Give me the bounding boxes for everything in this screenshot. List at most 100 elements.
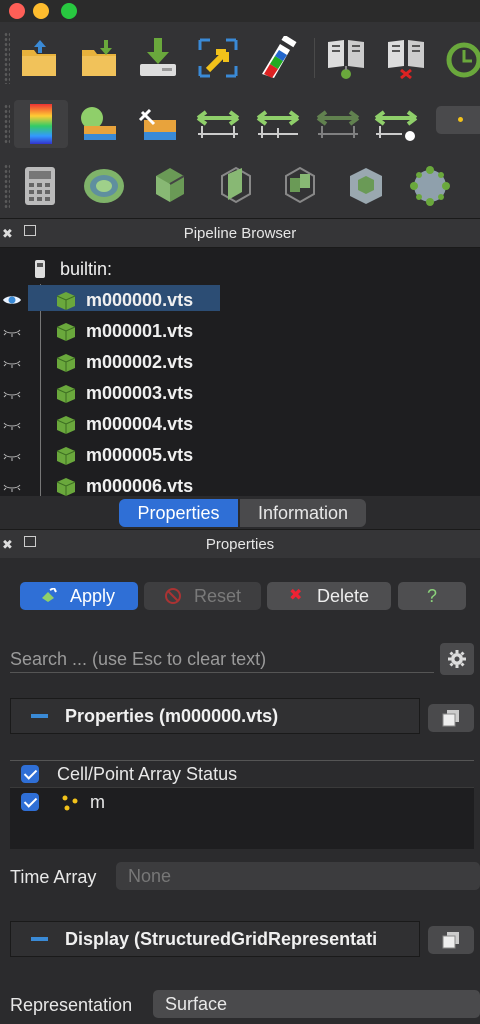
eye-hidden-icon[interactable] <box>2 355 22 369</box>
properties-titlebar: ✖ Properties <box>0 529 480 559</box>
color-legend-icon[interactable] <box>14 100 68 148</box>
tree-item-label: m000000.vts <box>86 290 194 310</box>
close-window-button[interactable] <box>9 3 25 19</box>
representation-select[interactable]: Surface <box>153 990 480 1018</box>
tree-root[interactable]: builtin: <box>0 254 480 285</box>
delete-icon: ✖ <box>289 587 303 604</box>
pipeline-browser-title: Pipeline Browser <box>183 225 297 242</box>
copy-icon <box>442 710 459 727</box>
filters-toolbar <box>0 154 480 219</box>
copy-display-button[interactable] <box>428 926 474 954</box>
array-name: m <box>90 792 105 812</box>
rescale-all-icon[interactable] <box>370 100 422 148</box>
array-status-header: Cell/Point Array Status <box>10 761 474 788</box>
apply-icon <box>42 588 57 602</box>
time-array-label: Time Array <box>10 867 97 887</box>
point-data-icon <box>62 795 78 811</box>
panel-tabs: Properties Information <box>0 496 480 530</box>
tree-item-m000003[interactable]: m000003.vts <box>0 378 480 409</box>
eye-hidden-icon[interactable] <box>2 479 22 493</box>
tree-item-m000000[interactable]: m000000.vts <box>0 285 480 316</box>
toolbar-grip[interactable] <box>4 164 10 208</box>
advanced-settings-button[interactable] <box>440 643 474 675</box>
connect-icon[interactable] <box>320 34 372 82</box>
collapse-icon <box>31 937 48 941</box>
apply-button[interactable]: Apply <box>20 582 138 610</box>
delete-button[interactable]: ✖ Delete <box>267 582 391 610</box>
tree-item-label: m000001.vts <box>86 321 194 341</box>
zoom-to-data-icon[interactable] <box>192 34 244 82</box>
python-icon[interactable] <box>252 34 304 82</box>
array-row[interactable]: m <box>10 789 474 817</box>
eye-visible-icon[interactable] <box>2 293 22 307</box>
representation-label: Representation <box>10 995 133 1015</box>
display-section-title: Display (StructuredGridRepresentati <box>65 929 378 949</box>
cube-icon <box>56 385 76 403</box>
eye-hidden-icon[interactable] <box>2 386 22 400</box>
toolbar-separator <box>314 38 315 78</box>
tree-item-label: m000002.vts <box>86 352 194 372</box>
select-all-checkbox[interactable] <box>21 765 39 783</box>
eye-hidden-icon[interactable] <box>2 417 22 431</box>
toolbar-grip[interactable] <box>4 32 10 84</box>
rescale-temporal-icon[interactable] <box>312 100 364 148</box>
search-input[interactable]: Search ... (use Esc to clear text) <box>10 646 434 673</box>
open-icon[interactable] <box>14 34 66 82</box>
cube-icon <box>56 478 76 496</box>
help-button[interactable]: ? <box>398 582 466 610</box>
display-section-header[interactable]: Display (StructuredGridRepresentati <box>10 921 420 957</box>
tree-item-m000001[interactable]: m000001.vts <box>0 316 480 347</box>
color-toolbar <box>0 94 480 155</box>
contour-icon[interactable] <box>78 162 130 210</box>
tree-item-m000004[interactable]: m000004.vts <box>0 409 480 440</box>
toolbar-grip[interactable] <box>4 104 10 144</box>
disconnect-icon[interactable] <box>380 34 432 82</box>
pipeline-browser: builtin: m000000.vts m000001.vts m000002… <box>0 248 480 496</box>
rescale-range-icon[interactable] <box>192 100 244 148</box>
threshold-icon[interactable] <box>274 162 326 210</box>
copy-properties-button[interactable] <box>428 704 474 732</box>
cube-icon <box>56 416 76 434</box>
glyph-icon[interactable] <box>404 162 456 210</box>
eye-hidden-icon[interactable] <box>2 324 22 338</box>
minimize-window-button[interactable] <box>33 3 49 19</box>
array-status-table: Cell/Point Array Status m <box>10 760 474 849</box>
help-label: ? <box>426 586 437 606</box>
rescale-custom-icon[interactable] <box>132 100 184 148</box>
download-icon[interactable] <box>132 34 184 82</box>
slice-icon[interactable] <box>210 162 262 210</box>
tab-information[interactable]: Information <box>240 499 366 527</box>
clip-icon[interactable] <box>144 162 196 210</box>
rescale-visible-icon[interactable] <box>252 100 304 148</box>
tree-item-label: m000004.vts <box>86 414 194 434</box>
tree-item-label: m000005.vts <box>86 445 194 465</box>
tree-item-label: m000006.vts <box>86 476 194 496</box>
tree-item-label: m000003.vts <box>86 383 194 403</box>
delete-label: Delete <box>317 586 370 606</box>
reset-icon <box>165 588 181 604</box>
copy-icon <box>442 932 459 949</box>
extract-subset-icon[interactable] <box>340 162 392 210</box>
reset-session-icon[interactable] <box>438 34 480 82</box>
save-data-icon[interactable] <box>74 34 126 82</box>
tree-item-m000006[interactable]: m000006.vts <box>0 471 480 496</box>
zoom-window-button[interactable] <box>61 3 77 19</box>
tree-item-m000002[interactable]: m000002.vts <box>0 347 480 378</box>
main-toolbar <box>0 22 480 95</box>
tab-properties[interactable]: Properties <box>119 499 238 527</box>
edit-color-map-icon[interactable] <box>72 100 124 148</box>
tree-root-label: builtin: <box>60 259 113 279</box>
reset-button[interactable]: Reset <box>144 582 261 610</box>
gear-icon <box>448 650 466 668</box>
tree-item-m000005[interactable]: m000005.vts <box>0 440 480 471</box>
array-checkbox[interactable] <box>21 793 39 811</box>
eye-hidden-icon[interactable] <box>2 448 22 462</box>
calculator-icon[interactable] <box>14 162 66 210</box>
apply-label: Apply <box>70 586 116 606</box>
properties-section-header[interactable]: Properties (m000000.vts) <box>10 698 420 734</box>
array-status-header-label: Cell/Point Array Status <box>57 764 238 784</box>
time-inspector-button[interactable] <box>436 106 480 134</box>
pipeline-browser-titlebar: ✖ Pipeline Browser <box>0 218 480 248</box>
time-array-select[interactable]: None <box>116 862 480 890</box>
cube-icon <box>56 354 76 372</box>
